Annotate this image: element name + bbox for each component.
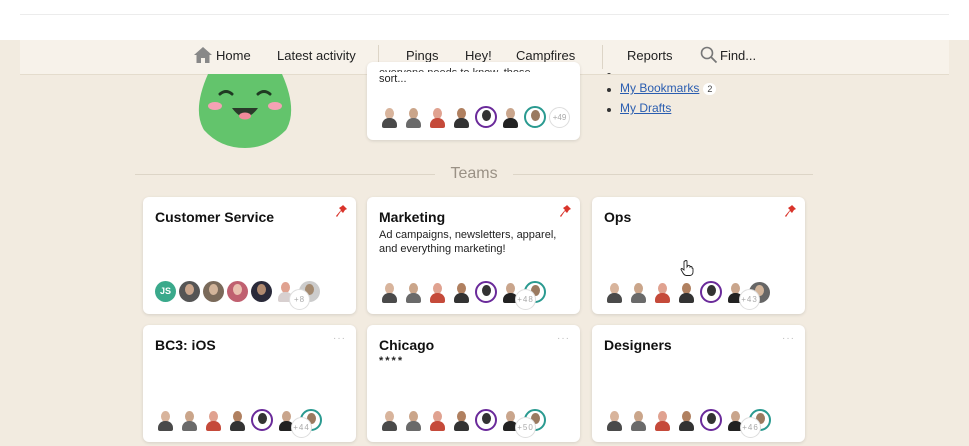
avatar[interactable] bbox=[652, 282, 673, 303]
team-description: **** bbox=[379, 355, 405, 367]
avatar[interactable] bbox=[251, 281, 272, 302]
link-item bbox=[605, 66, 765, 74]
more-people-count[interactable]: +48 bbox=[515, 289, 536, 310]
my-bookmarks-link[interactable]: My Bookmarks bbox=[620, 81, 699, 95]
avatar-group: +50 bbox=[379, 409, 549, 438]
nav-reports[interactable]: Reports bbox=[627, 48, 673, 63]
avatar[interactable] bbox=[700, 281, 722, 303]
team-title: Customer Service bbox=[155, 209, 275, 225]
avatar[interactable] bbox=[403, 410, 424, 431]
more-people-count[interactable]: +49 bbox=[549, 106, 570, 128]
avatar[interactable] bbox=[403, 107, 424, 128]
avatar[interactable] bbox=[524, 106, 546, 128]
more-dots-icon[interactable]: ··· bbox=[782, 333, 795, 344]
avatar[interactable] bbox=[451, 282, 472, 303]
avatar[interactable] bbox=[379, 282, 400, 303]
more-dots-icon[interactable]: ··· bbox=[557, 333, 570, 344]
nav-latest-activity[interactable]: Latest activity bbox=[277, 48, 356, 63]
project-card[interactable]: everyone needs to know, those sort... +4… bbox=[367, 62, 580, 140]
pin-icon[interactable] bbox=[560, 204, 572, 218]
browser-top-strip bbox=[0, 0, 969, 40]
pointer-cursor-icon bbox=[680, 260, 694, 276]
mascot-illustration bbox=[198, 74, 292, 148]
avatar-group: +44 bbox=[155, 409, 325, 438]
search-icon[interactable] bbox=[700, 46, 718, 64]
team-card-customer-service[interactable]: Customer Service JS +8 bbox=[143, 197, 356, 314]
avatar-group: +46 bbox=[604, 409, 774, 438]
team-card-ops[interactable]: Ops +43 bbox=[592, 197, 805, 314]
personal-links: My Bookmarks 2 My Drafts bbox=[605, 66, 765, 121]
avatar[interactable] bbox=[475, 281, 497, 303]
avatar[interactable] bbox=[451, 107, 472, 128]
nav-separator bbox=[602, 45, 603, 69]
avatar[interactable]: JS bbox=[155, 281, 176, 302]
team-title: Marketing bbox=[379, 209, 446, 225]
avatar[interactable] bbox=[179, 410, 200, 431]
more-dots-icon[interactable]: ··· bbox=[333, 333, 346, 344]
avatar[interactable] bbox=[427, 107, 448, 128]
nav-home[interactable]: Home bbox=[216, 48, 251, 63]
avatar[interactable] bbox=[604, 410, 625, 431]
team-title: Ops bbox=[604, 209, 632, 225]
avatar[interactable] bbox=[628, 410, 649, 431]
pin-icon[interactable] bbox=[336, 204, 348, 218]
link-item: My Drafts bbox=[605, 101, 765, 121]
team-title: Chicago bbox=[379, 337, 435, 353]
avatar[interactable] bbox=[475, 409, 497, 431]
home-icon[interactable] bbox=[193, 46, 213, 64]
link-item: My Bookmarks 2 bbox=[605, 81, 765, 101]
pin-icon[interactable] bbox=[785, 204, 797, 218]
avatar[interactable] bbox=[203, 410, 224, 431]
avatar[interactable] bbox=[676, 282, 697, 303]
team-description: Ad campaigns, newsletters, apparel, and … bbox=[379, 229, 557, 255]
avatar-group: +43 bbox=[604, 281, 773, 310]
more-people-count[interactable]: +8 bbox=[289, 289, 310, 310]
nav-pings[interactable]: Pings bbox=[406, 48, 439, 63]
team-card-chicago[interactable]: Chicago **** ··· +50 bbox=[367, 325, 580, 442]
team-title: Designers bbox=[604, 337, 672, 353]
nav-campfires[interactable]: Campfires bbox=[516, 48, 575, 63]
avatar[interactable] bbox=[475, 106, 497, 128]
avatar-group: +49 bbox=[379, 106, 573, 128]
avatar-group: JS +8 bbox=[155, 281, 323, 310]
more-people-count[interactable]: +43 bbox=[739, 289, 760, 310]
team-title: BC3: iOS bbox=[155, 337, 216, 353]
nav-hey[interactable]: Hey! bbox=[465, 48, 492, 63]
more-people-count[interactable]: +50 bbox=[515, 417, 536, 438]
avatar[interactable] bbox=[427, 410, 448, 431]
nav-find[interactable]: Find... bbox=[720, 48, 756, 63]
avatar[interactable] bbox=[628, 282, 649, 303]
avatar[interactable] bbox=[427, 282, 448, 303]
avatar[interactable] bbox=[700, 409, 722, 431]
team-card-bc3-ios[interactable]: BC3: iOS ··· +44 bbox=[143, 325, 356, 442]
project-description: everyone needs to know, those sort... bbox=[379, 67, 531, 85]
my-drafts-link[interactable]: My Drafts bbox=[620, 101, 671, 115]
bookmark-count-badge: 2 bbox=[703, 83, 717, 95]
avatar[interactable] bbox=[227, 281, 248, 302]
more-people-count[interactable]: +46 bbox=[740, 417, 761, 438]
avatar[interactable] bbox=[403, 282, 424, 303]
avatar[interactable] bbox=[451, 410, 472, 431]
section-title: Teams bbox=[450, 165, 498, 182]
avatar[interactable] bbox=[179, 281, 200, 302]
team-card-marketing[interactable]: Marketing Ad campaigns, newsletters, app… bbox=[367, 197, 580, 314]
team-card-designers[interactable]: Designers ··· +46 bbox=[592, 325, 805, 442]
avatar[interactable] bbox=[379, 107, 400, 128]
divider bbox=[20, 14, 949, 15]
avatar[interactable] bbox=[379, 410, 400, 431]
avatar[interactable] bbox=[155, 410, 176, 431]
more-people-count[interactable]: +44 bbox=[291, 417, 312, 438]
avatar[interactable] bbox=[652, 410, 673, 431]
avatar[interactable] bbox=[227, 410, 248, 431]
avatar-group: +48 bbox=[379, 281, 549, 310]
avatar[interactable] bbox=[604, 282, 625, 303]
avatar[interactable] bbox=[500, 107, 521, 128]
teams-section-heading: Teams bbox=[135, 164, 813, 184]
avatar[interactable] bbox=[251, 409, 273, 431]
avatar[interactable] bbox=[203, 281, 224, 302]
avatar[interactable] bbox=[676, 410, 697, 431]
